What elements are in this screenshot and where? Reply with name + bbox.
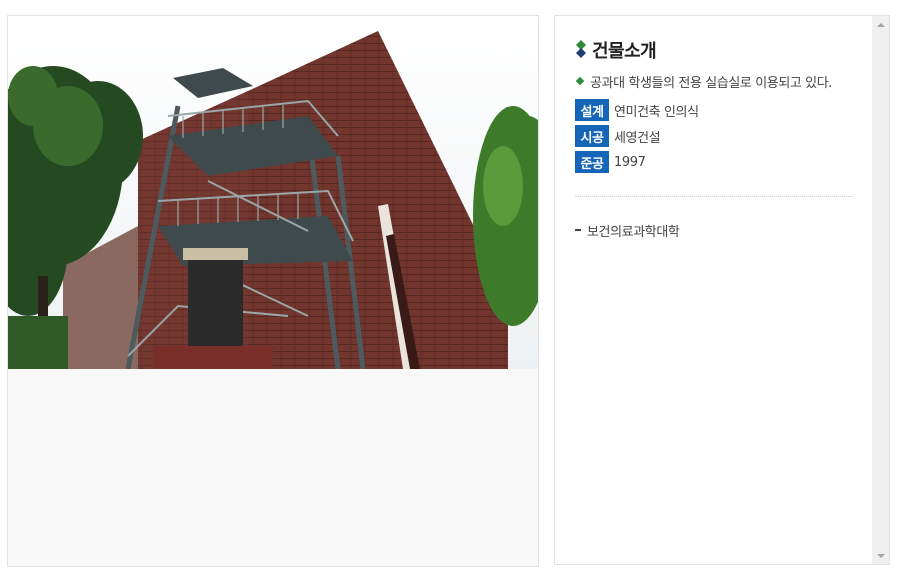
arrow-down-icon — [876, 553, 885, 558]
spec-value: 연미건축 인의식 — [614, 104, 699, 120]
scroll-up-button[interactable] — [872, 16, 889, 33]
description-row: 공과대 학생들의 전용 실습실로 이용되고 있다. — [575, 72, 873, 91]
building-info-panel[interactable]: 건물소개 공과대 학생들의 전용 실습실로 이용되고 있다. 설계 연미건축 인… — [554, 15, 890, 565]
building-description: 공과대 학생들의 전용 실습실로 이용되고 있다. — [590, 75, 833, 91]
page-title: 건물소개 — [592, 41, 657, 62]
divider — [575, 196, 853, 197]
department-row: 보건의료과학대학 — [575, 221, 873, 240]
dash-bullet-icon — [575, 229, 581, 231]
spec-row-construction: 시공 세영건설 — [575, 125, 873, 147]
spec-value: 1997 — [614, 154, 646, 170]
diamond-stack-icon — [576, 40, 586, 58]
spec-label: 준공 — [575, 151, 609, 173]
building-photo — [8, 16, 538, 369]
arrow-up-icon — [876, 22, 885, 27]
spec-value: 세영건설 — [614, 130, 661, 146]
department-name: 보건의료과학대학 — [587, 224, 680, 240]
scroll-down-button[interactable] — [872, 547, 889, 564]
spec-row-completion: 준공 1997 — [575, 151, 873, 173]
spec-row-design: 설계 연미건축 인의식 — [575, 99, 873, 121]
vertical-scrollbar[interactable] — [872, 16, 889, 564]
diamond-bullet-icon — [575, 76, 585, 86]
building-photo-panel — [7, 15, 539, 567]
title-row: 건물소개 — [575, 38, 873, 62]
spec-label: 시공 — [575, 125, 609, 147]
spec-list: 설계 연미건축 인의식 시공 세영건설 준공 1997 — [575, 99, 873, 173]
spec-label: 설계 — [575, 99, 609, 121]
building-info-content: 건물소개 공과대 학생들의 전용 실습실로 이용되고 있다. 설계 연미건축 인… — [555, 16, 873, 564]
